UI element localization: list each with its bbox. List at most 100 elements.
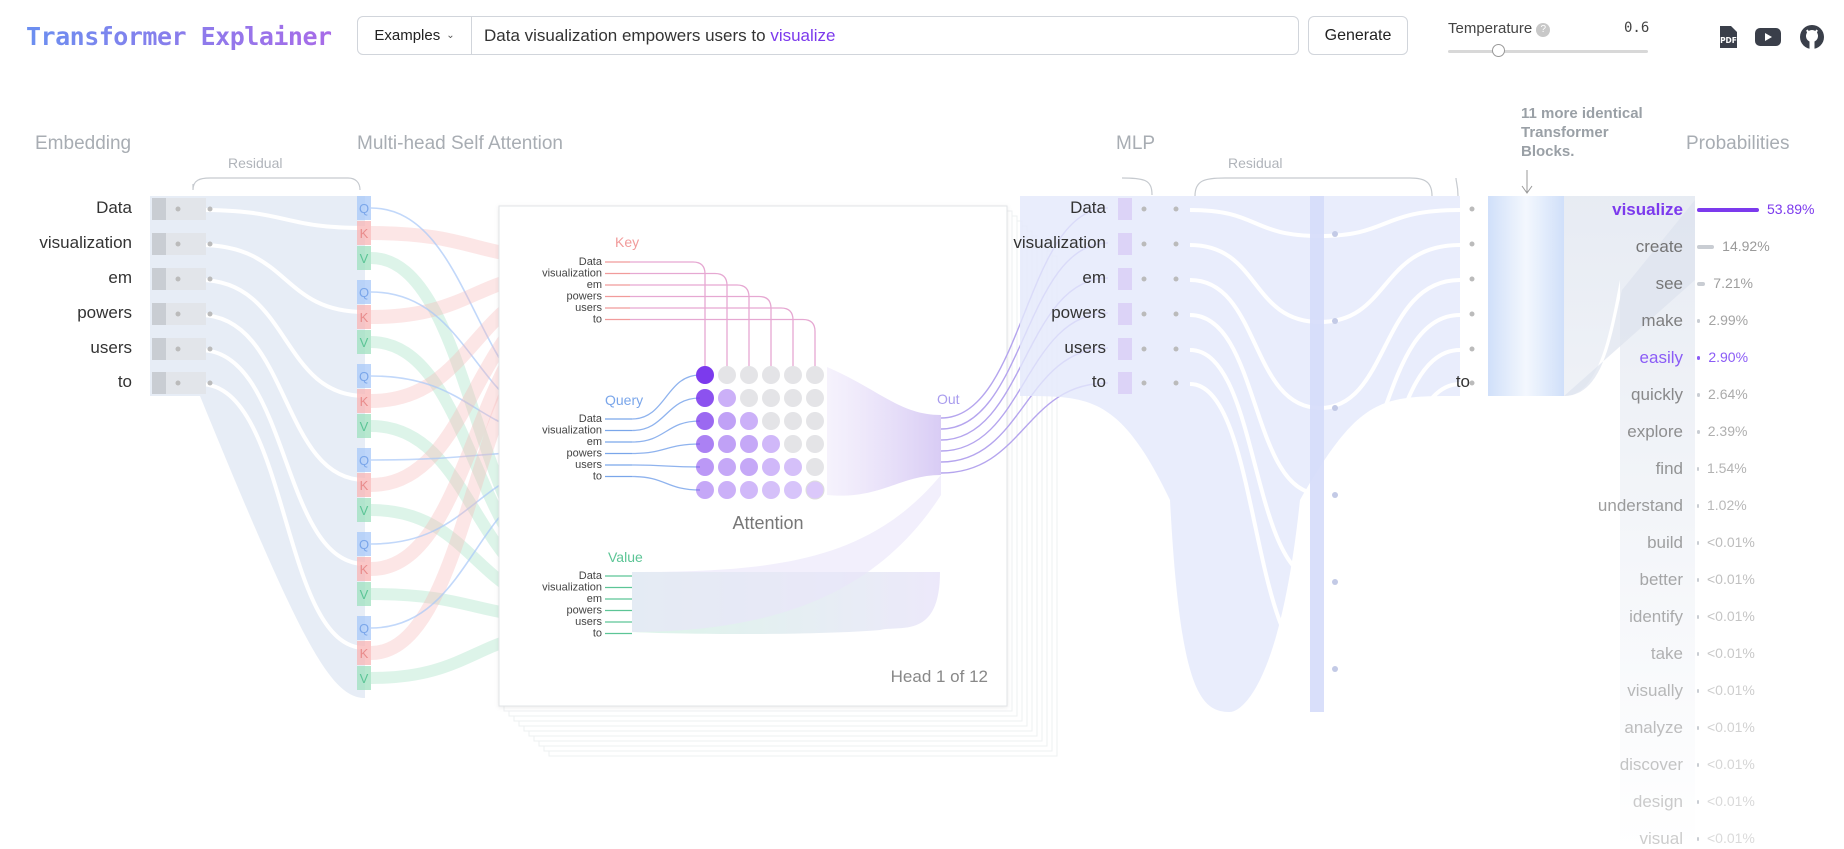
stacked-head <box>508 215 1018 717</box>
embedding-separator <box>199 208 366 230</box>
generate-button[interactable]: Generate <box>1308 16 1408 55</box>
mlp-token[interactable]: em <box>980 268 1106 288</box>
mlp-title: MLP <box>1116 133 1156 154</box>
query-line <box>370 450 581 461</box>
attention-cell <box>784 458 802 476</box>
attention-cell <box>784 435 802 453</box>
qkv-letter: K <box>360 310 369 325</box>
embedding-token[interactable]: em <box>0 268 132 288</box>
mlp-token[interactable]: visualization <box>980 233 1106 253</box>
embedding-token[interactable]: Data <box>0 198 132 218</box>
prediction-word[interactable]: find <box>1563 459 1683 479</box>
embedding-token[interactable]: users <box>0 338 132 358</box>
mlp-dot <box>1141 241 1147 247</box>
prediction-word[interactable]: visualize <box>1563 200 1683 220</box>
embedding-token[interactable]: to <box>0 372 132 392</box>
attention-cell <box>718 389 736 407</box>
embedding-vector <box>152 303 166 325</box>
attention-head-stack <box>498 205 1058 757</box>
attention-caption: Attention <box>732 513 803 533</box>
probability-value: 53.89% <box>1767 201 1815 217</box>
attention-cell <box>806 389 824 407</box>
prediction-word[interactable]: make <box>1563 311 1683 331</box>
query-connector <box>631 374 701 420</box>
qkv-letter: K <box>360 394 369 409</box>
probabilities-title: Probabilities <box>1686 133 1790 154</box>
query-token: Data <box>579 413 603 425</box>
temperature-slider[interactable] <box>1448 44 1648 57</box>
key-token: to <box>593 314 602 326</box>
prompt-input[interactable]: Data visualization empowers users to vis… <box>472 26 836 46</box>
query-connector <box>631 420 701 443</box>
attention-cell <box>806 458 824 476</box>
prediction-word[interactable]: identify <box>1563 607 1683 627</box>
youtube-icon[interactable] <box>1754 24 1782 50</box>
mlp-dot <box>1141 311 1147 317</box>
probability-bar <box>1697 615 1699 619</box>
prediction-word[interactable]: easily <box>1563 348 1683 368</box>
attention-cell <box>696 412 714 430</box>
help-icon[interactable]: ? <box>1536 23 1551 37</box>
examples-dropdown[interactable]: Examples ⌄ <box>358 17 472 54</box>
embedding-vector-body <box>166 372 206 394</box>
mlp-token[interactable]: powers <box>980 303 1106 323</box>
prediction-word[interactable]: see <box>1563 274 1683 294</box>
temperature-label: Temperature? <box>1448 20 1551 37</box>
key-token: users <box>575 302 602 314</box>
transformer-blocks <box>1488 196 1564 396</box>
embedding-title: Embedding <box>35 133 132 154</box>
probability-bar <box>1697 726 1699 730</box>
key-ribbon <box>370 308 581 660</box>
head-panel <box>498 205 1008 707</box>
mlp-token[interactable]: users <box>980 338 1106 358</box>
prediction-word[interactable]: visually <box>1563 681 1683 701</box>
mlp-separator <box>1189 208 1461 239</box>
mlp-separator <box>1189 313 1461 497</box>
prediction-word[interactable]: better <box>1563 570 1683 590</box>
mlp-token[interactable]: to <box>980 372 1106 392</box>
embedding-flow: QKVQKVQKVQKVQKVQKV <box>150 177 371 698</box>
probability-value: <0.01% <box>1707 756 1755 772</box>
mlp-dot <box>1173 311 1179 317</box>
qkv-bar <box>357 330 371 354</box>
embedding-token[interactable]: visualization <box>0 233 132 253</box>
prediction-word[interactable]: discover <box>1563 755 1683 775</box>
prediction-word[interactable]: create <box>1563 237 1683 257</box>
attention-cell <box>740 458 758 476</box>
prediction-word[interactable]: analyze <box>1563 718 1683 738</box>
stacked-head <box>548 255 1058 757</box>
prediction-word[interactable]: visual <box>1563 829 1683 849</box>
mlp-dot <box>1173 241 1179 247</box>
qkv-bar <box>357 389 371 413</box>
qkv-letter: Q <box>359 621 369 636</box>
pdf-icon[interactable]: PDF <box>1714 24 1742 50</box>
attention-cell <box>806 435 824 453</box>
app-logo[interactable]: Transformer Explainer <box>26 22 332 51</box>
query-line <box>370 472 581 629</box>
query-line <box>370 461 581 545</box>
prediction-word[interactable]: explore <box>1563 422 1683 442</box>
prediction-word[interactable]: design <box>1563 792 1683 812</box>
more-blocks-note: 11 more identical Transformer Blocks. <box>1521 105 1643 160</box>
attention-cell <box>696 481 714 499</box>
probability-bar <box>1697 541 1699 545</box>
embedding-vector <box>152 338 166 360</box>
value-token: Data <box>579 570 603 582</box>
prediction-word[interactable]: quickly <box>1563 385 1683 405</box>
prediction-word[interactable]: take <box>1563 644 1683 664</box>
qkv-bar <box>357 414 371 438</box>
qkv-bar <box>357 498 371 522</box>
embedding-separator <box>199 348 366 566</box>
probability-bar <box>1697 800 1699 804</box>
out-label: Out <box>937 391 960 407</box>
prediction-word[interactable]: understand <box>1563 496 1683 516</box>
prediction-word[interactable]: build <box>1563 533 1683 553</box>
slider-knob[interactable] <box>1492 44 1505 57</box>
github-icon[interactable] <box>1798 24 1826 50</box>
embedding-token[interactable]: powers <box>0 303 132 323</box>
prompt-next-token: visualize <box>770 25 836 45</box>
mlp-token[interactable]: Data <box>980 198 1106 218</box>
probability-value: 2.90% <box>1708 349 1749 365</box>
mlp-input-vector <box>1118 198 1132 220</box>
embedding-dot <box>175 311 181 317</box>
